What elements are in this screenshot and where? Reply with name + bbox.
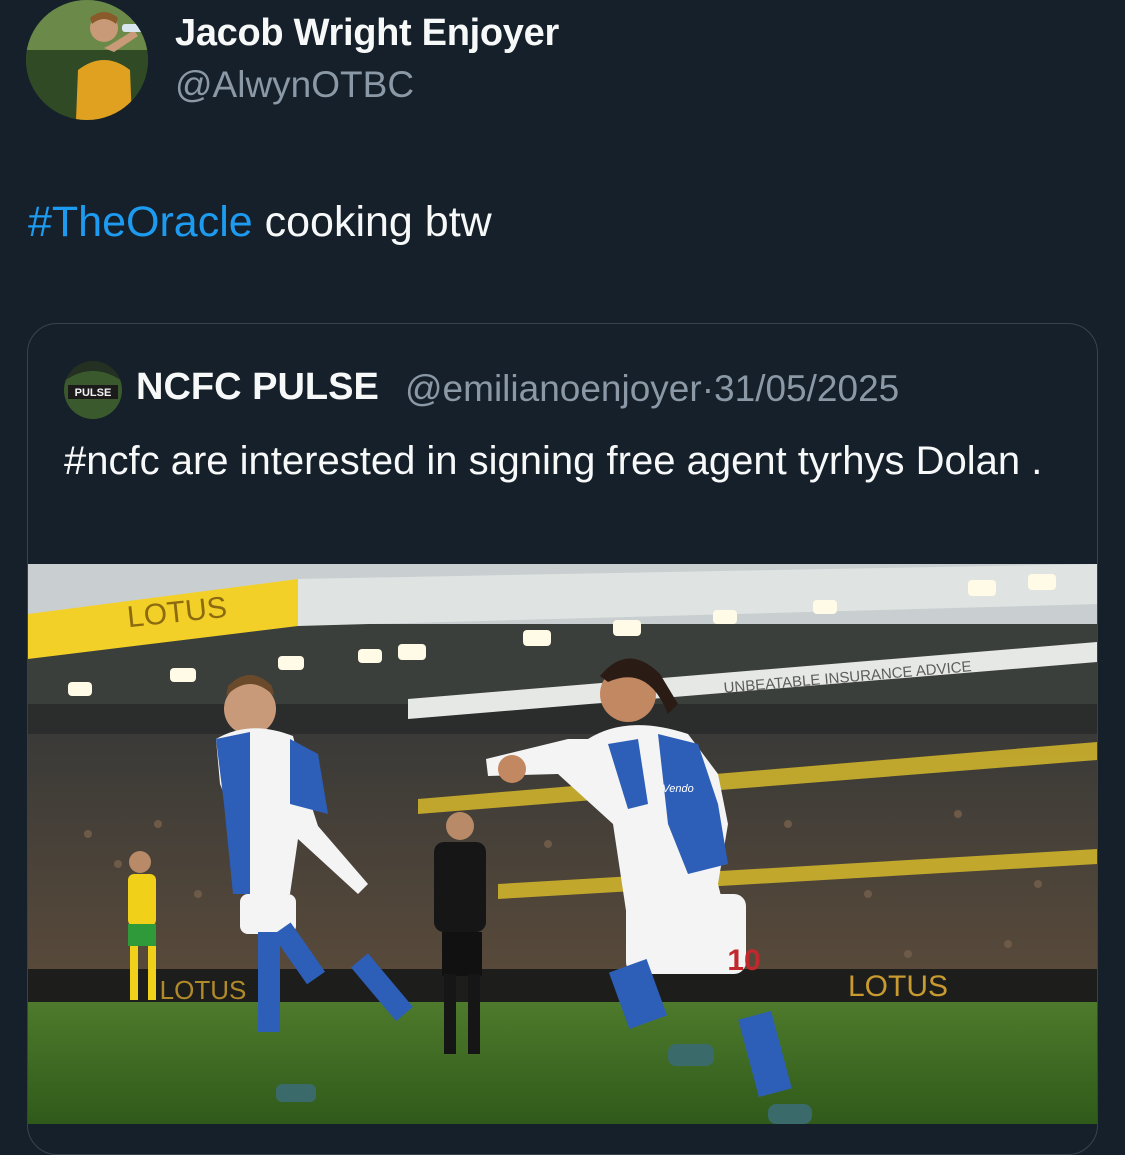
quoted-tweet-text: #ncfc are interested in signing free age… [64,439,1043,483]
tweet-body-text: cooking btw [252,198,492,246]
meta-separator: · [701,368,715,409]
avatar-image [26,0,148,120]
pitchside-board-text: LOTUS [848,970,948,1003]
quoted-author-handle[interactable]: @emilianoenjoyer [405,368,702,409]
shorts-number: 10 [727,944,760,977]
author-avatar[interactable] [26,0,148,120]
quoted-tweet-photo[interactable]: LOTUS UNBEATABLE INSURANCE ADVICE LOTUS … [28,564,1097,1124]
author-display-name[interactable]: Jacob Wright Enjoyer [175,12,559,55]
football-match-photo: LOTUS UNBEATABLE INSURANCE ADVICE LOTUS … [28,564,1097,1124]
left-board-text: LOTUS [160,975,247,1005]
tweet-text: #TheOracle cooking btw [28,198,492,247]
pulse-logo-text: PULSE [75,387,112,399]
author-handle[interactable]: @AlwynOTBC [175,64,414,106]
sponsor-text: Vendo [662,783,693,795]
pulse-logo-icon: PULSE [64,361,122,419]
hashtag-link[interactable]: #TheOracle [28,198,253,246]
quoted-author-display-name[interactable]: NCFC PULSE [136,366,379,409]
quoted-tweet-card[interactable]: PULSE NCFC PULSE @emilianoenjoyer·31/05/… [27,323,1098,1155]
quoted-author-meta: @emilianoenjoyer·31/05/2025 [405,368,899,410]
quoted-author-avatar[interactable]: PULSE [64,361,122,419]
quoted-tweet-date[interactable]: 31/05/2025 [714,368,899,409]
